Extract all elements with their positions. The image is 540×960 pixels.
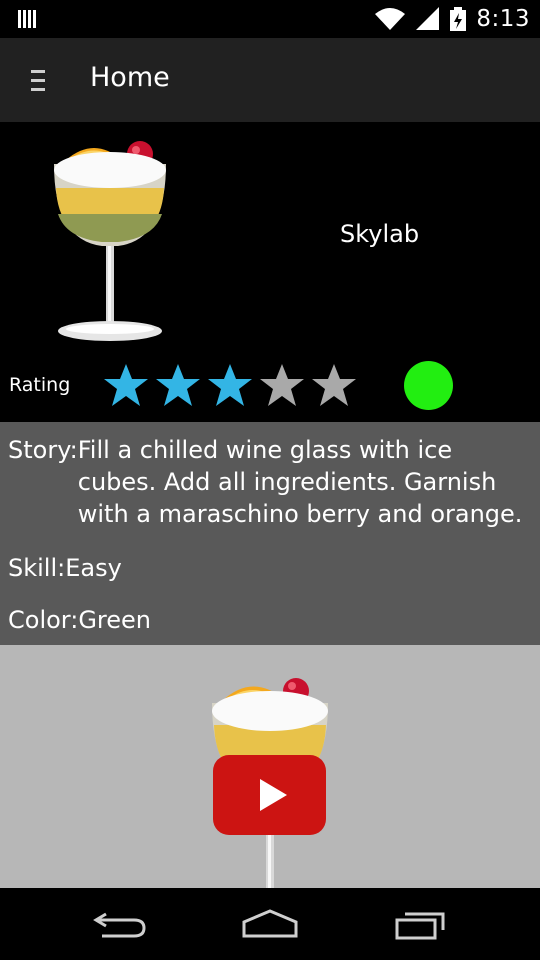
youtube-play-button[interactable] bbox=[213, 755, 326, 835]
battery-charging-icon bbox=[450, 7, 467, 31]
status-bar: 8:13 bbox=[0, 0, 540, 38]
back-icon[interactable] bbox=[92, 908, 148, 940]
cocktail-glass-image bbox=[54, 141, 166, 341]
notification-bars-icon bbox=[18, 10, 36, 28]
star-icon-2[interactable] bbox=[155, 363, 201, 407]
drink-header: Skylab Rating bbox=[0, 122, 540, 422]
color-label: Color: bbox=[8, 606, 79, 634]
drink-details: Story: Fill a chilled wine glass with ic… bbox=[0, 422, 540, 645]
status-time: 8:13 bbox=[476, 6, 530, 32]
color-row: Color:Green bbox=[8, 604, 151, 636]
skill-label: Skill: bbox=[8, 554, 66, 582]
rating-label: Rating bbox=[9, 374, 71, 396]
youtube-play-icon bbox=[260, 779, 287, 811]
home-icon[interactable] bbox=[242, 908, 298, 940]
navigation-bar bbox=[0, 888, 540, 960]
signal-icon bbox=[416, 7, 440, 30]
star-icon-3[interactable] bbox=[207, 363, 253, 407]
color-indicator bbox=[404, 361, 453, 410]
story-label: Story: bbox=[8, 436, 78, 464]
color-value: Green bbox=[78, 606, 152, 634]
video-thumbnail[interactable] bbox=[0, 645, 540, 888]
menu-icon[interactable] bbox=[28, 68, 48, 94]
recent-apps-icon[interactable] bbox=[393, 908, 449, 940]
story-row: Story: Fill a chilled wine glass with ic… bbox=[8, 434, 536, 530]
page-title: Home bbox=[90, 62, 170, 93]
star-icon-1[interactable] bbox=[103, 363, 149, 407]
wifi-icon bbox=[375, 8, 406, 30]
skill-row: Skill:Easy bbox=[8, 552, 122, 584]
action-bar: Home bbox=[0, 38, 540, 122]
star-icon-4[interactable] bbox=[259, 363, 305, 407]
status-icons: 8:13 bbox=[374, 0, 530, 38]
drink-name: Skylab bbox=[340, 220, 420, 248]
star-icon-5[interactable] bbox=[311, 363, 357, 407]
screen: 8:13 Home Skylab Rating Story: Fill a ch… bbox=[0, 0, 540, 960]
story-text: Fill a chilled wine glass with ice cubes… bbox=[77, 436, 523, 528]
skill-value: Easy bbox=[65, 554, 122, 582]
